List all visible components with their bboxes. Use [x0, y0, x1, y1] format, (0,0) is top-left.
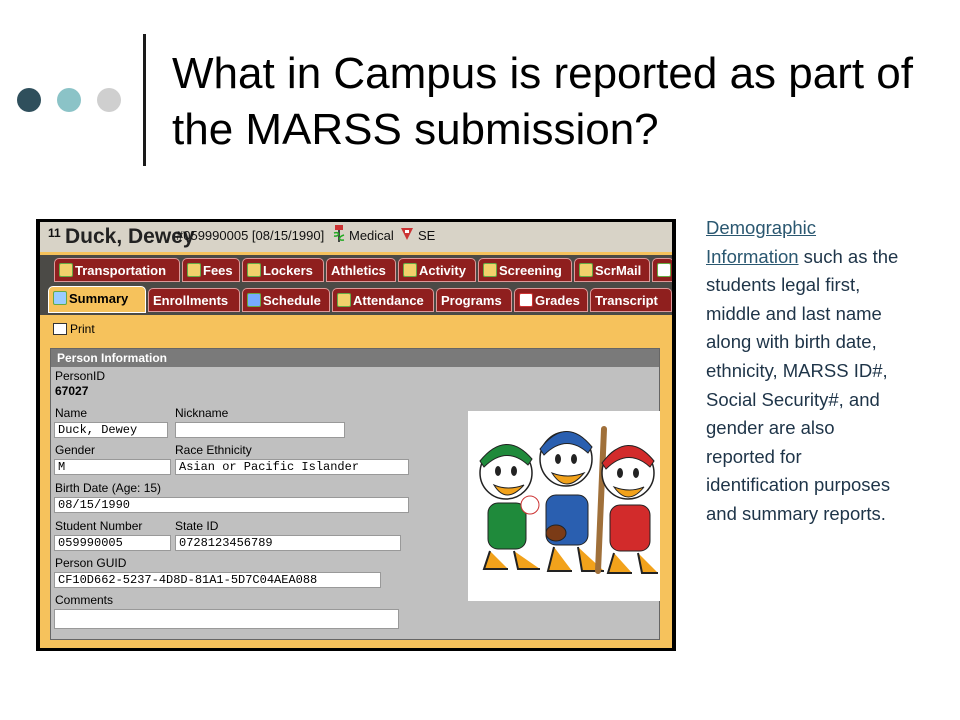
tab-label: Athletics [331, 263, 386, 278]
header-number: 11 [48, 226, 61, 240]
tab-label: Fees [203, 263, 233, 278]
tab-lockers[interactable]: Lockers [242, 258, 324, 282]
birth-date-field[interactable]: 08/15/1990 [54, 497, 409, 513]
tab-label: Transcript [595, 293, 658, 308]
tab-activity[interactable]: Activity [398, 258, 476, 282]
race-ethnicity-field[interactable]: Asian or Pacific Islander [175, 459, 409, 475]
medical-label: Medical [349, 228, 394, 243]
tab-screening[interactable]: Screening [478, 258, 572, 282]
person-guid-label: Person GUID [55, 556, 127, 570]
tab-programs[interactable]: Programs [436, 288, 512, 312]
accent-dot-gray [97, 88, 121, 112]
tab-fees[interactable]: Fees [182, 258, 240, 282]
student-photo [468, 411, 660, 601]
activity-icon [403, 263, 417, 277]
state-id-field[interactable]: 0728123456789 [175, 535, 401, 551]
envelope-icon [657, 263, 671, 277]
nickname-field[interactable] [175, 422, 345, 438]
tab-transcript[interactable]: Transcript [590, 288, 672, 312]
tab-row-bottom: Summary Enrollments Schedule Attendance … [40, 285, 672, 315]
person-id-label: PersonID [55, 369, 106, 383]
mail-icon [579, 263, 593, 277]
comments-field[interactable] [54, 609, 399, 629]
bus-icon [59, 263, 73, 277]
student-header: 11 Duck, Dewey #059990005 [08/15/1990] M… [40, 222, 672, 252]
print-button[interactable]: Print [53, 322, 95, 336]
tab-attendance[interactable]: Attendance [332, 288, 434, 312]
tab-label: Enrollments [153, 293, 229, 308]
tab-label: Summary [69, 291, 129, 306]
dollar-icon [187, 263, 201, 277]
accent-dot-teal [57, 88, 81, 112]
nickname-label: Nickname [175, 406, 229, 420]
tab-label: ScrMail [595, 263, 642, 278]
tab-label: Attendance [353, 293, 424, 308]
tab-summary[interactable]: Summary [48, 286, 146, 313]
summary-icon [53, 291, 67, 305]
tab-label: Schedule [263, 293, 321, 308]
student-id-dob: #059990005 [08/15/1990] [176, 228, 325, 243]
lock-icon [247, 263, 261, 277]
race-ethnicity-label: Race Ethnicity [175, 443, 252, 457]
tab-enrollments[interactable]: Enrollments [148, 288, 240, 312]
tab-label: Grades [535, 293, 580, 308]
schedule-icon [247, 293, 261, 307]
gender-label: Gender [55, 443, 96, 457]
tab-athletics[interactable]: Athletics [326, 258, 396, 282]
birth-date-label: Birth Date (Age: 15) [55, 481, 162, 495]
caption-text: such as the students legal first, middle… [706, 245, 899, 524]
se-label: SE [418, 228, 436, 243]
person-guid-field[interactable]: CF10D662-5237-4D8D-81A1-5D7C04AEA088 [54, 572, 381, 588]
title-divider [143, 34, 146, 166]
comments-label: Comments [55, 593, 114, 607]
student-number-label: Student Number [55, 519, 143, 533]
name-field[interactable]: Duck, Dewey [54, 422, 168, 438]
slide-title: What in Campus is reported as part of th… [172, 49, 913, 154]
name-label: Name [55, 406, 88, 420]
person-id-value: 67027 [55, 384, 89, 398]
campus-screenshot: 11 Duck, Dewey #059990005 [08/15/1990] M… [36, 219, 676, 651]
grades-icon [519, 293, 533, 307]
attendance-icon [337, 293, 351, 307]
gender-field[interactable]: M [54, 459, 171, 475]
slide-caption: Demographic Information such as the stud… [706, 214, 906, 529]
tab-label: Screening [499, 263, 562, 278]
tab-scrmail[interactable]: ScrMail [574, 258, 650, 282]
print-label: Print [70, 322, 95, 336]
accent-dot-dark [17, 88, 41, 112]
tab-schedule[interactable]: Schedule [242, 288, 330, 312]
tab-overflow[interactable] [652, 258, 672, 282]
tab-label: Activity [419, 263, 466, 278]
tab-grades[interactable]: Grades [514, 288, 588, 312]
printer-icon [53, 323, 67, 335]
person-information-title: Person Information [51, 349, 659, 367]
student-number-field[interactable]: 059990005 [54, 535, 171, 551]
tab-label: Lockers [263, 263, 313, 278]
campus-window: 11 Duck, Dewey #059990005 [08/15/1990] M… [40, 222, 672, 648]
tab-row-top: Transportation Fees Lockers Athletics Ac… [40, 255, 672, 285]
state-id-label: State ID [175, 519, 219, 533]
tab-transportation[interactable]: Transportation [54, 258, 180, 282]
screening-icon [483, 263, 497, 277]
tab-label: Programs [441, 293, 502, 308]
tab-label: Transportation [75, 263, 167, 278]
